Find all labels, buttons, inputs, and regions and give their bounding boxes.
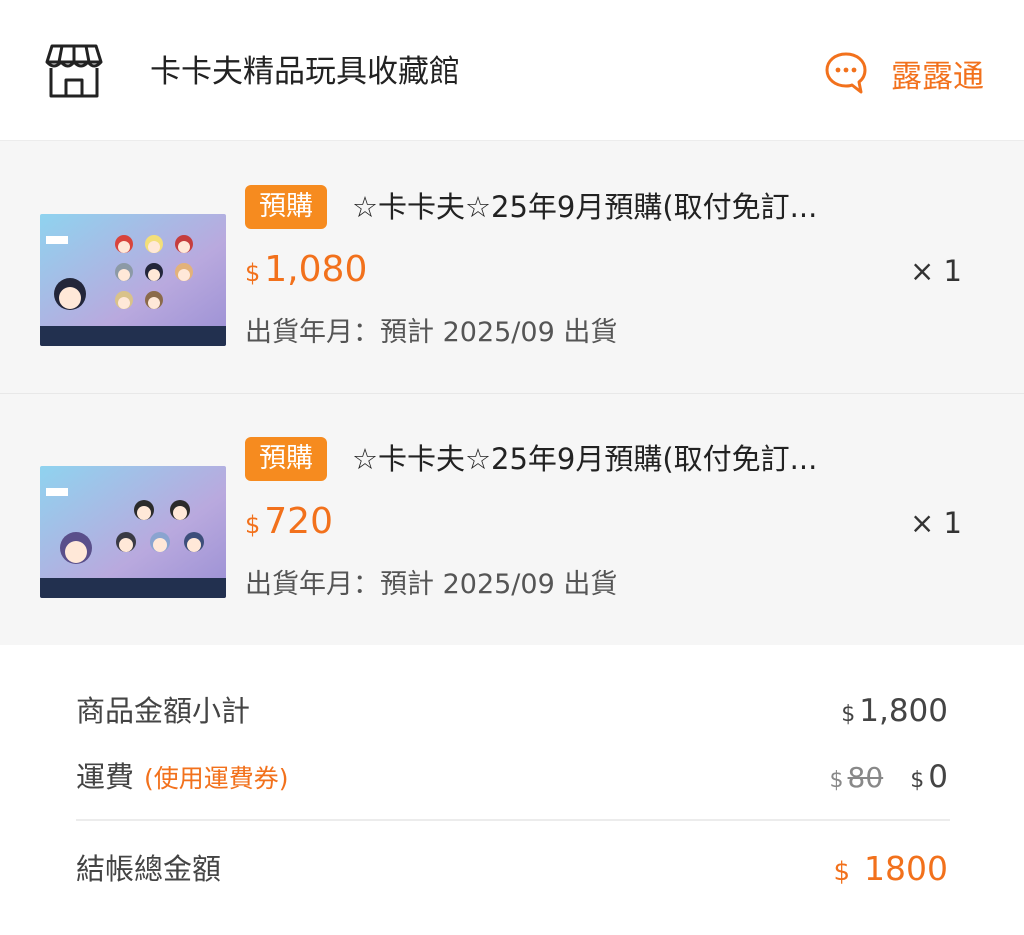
chat-label: 露露通 [891,58,984,95]
order-summary: 商品金額小計 $1,800 運費 (使用運費券) $80 $0 結帳總金額 $18… [0,645,1024,935]
item-price: $1,080 [245,247,367,299]
preorder-badge: 預購 [245,437,327,481]
shipping-original-amount: 80 [847,761,884,794]
currency-symbol: $ [910,768,925,793]
shop-header: 卡卡夫精品玩具收藏館 露露通 [0,0,1024,141]
currency-symbol: $ [245,511,261,539]
summary-divider [76,819,950,821]
product-thumbnail[interactable] [40,214,226,346]
order-items: 預購 ☆卡卡夫☆25年9月預購(取付免訂... $1,080 × 1 出貨年月：… [0,141,1024,646]
subtotal-row: 商品金額小計 $1,800 [76,689,948,733]
subtotal-value: $1,800 [841,689,948,738]
total-row: 結帳總金額 $1800 [76,847,948,891]
currency-symbol: $ [841,702,856,727]
item-price: $720 [245,499,333,551]
shipping-original-price: $80 [830,761,889,794]
total-label: 結帳總金額 [76,852,222,886]
item-quantity: × 1 [910,506,962,540]
shipping-amount: 0 [928,759,948,795]
shipping-label: 運費 [76,760,135,794]
subtotal-amount: 1,800 [859,693,948,729]
shipping-row: 運費 (使用運費券) $80 $0 [76,755,948,799]
price-amount: 720 [264,501,333,542]
store-icon[interactable] [44,40,104,100]
currency-symbol: $ [829,768,844,793]
order-item[interactable]: 預購 ☆卡卡夫☆25年9月預購(取付免訂... $1,080 × 1 出貨年月：… [0,141,1024,394]
shipping-value: $80 $0 [830,755,948,804]
shipping-label-group: 運費 (使用運費券) [76,755,289,801]
product-title[interactable]: ☆卡卡夫☆25年9月預購(取付免訂... [352,439,892,479]
price-amount: 1,080 [264,249,368,290]
currency-symbol: $ [833,857,851,887]
total-value: $1800 [833,847,948,897]
order-item[interactable]: 預購 ☆卡卡夫☆25年9月預購(取付免訂... $720 × 1 出貨年月：預計… [0,393,1024,646]
chat-button[interactable]: 露露通 [823,48,984,98]
currency-symbol: $ [245,259,261,287]
total-amount: 1800 [864,849,948,888]
subtotal-label: 商品金額小計 [76,694,251,728]
store-name[interactable]: 卡卡夫精品玩具收藏館 [150,50,460,94]
item-quantity: × 1 [910,254,962,288]
product-thumbnail[interactable] [40,466,226,598]
ship-date: 出貨年月：預計 2025/09 出貨 [245,569,618,600]
ship-date: 出貨年月：預計 2025/09 出貨 [245,317,618,348]
preorder-badge: 預購 [245,185,327,229]
product-title[interactable]: ☆卡卡夫☆25年9月預購(取付免訂... [352,187,892,227]
shipping-coupon-note[interactable]: (使用運費券) [144,764,289,793]
chat-bubble-icon [825,52,867,94]
